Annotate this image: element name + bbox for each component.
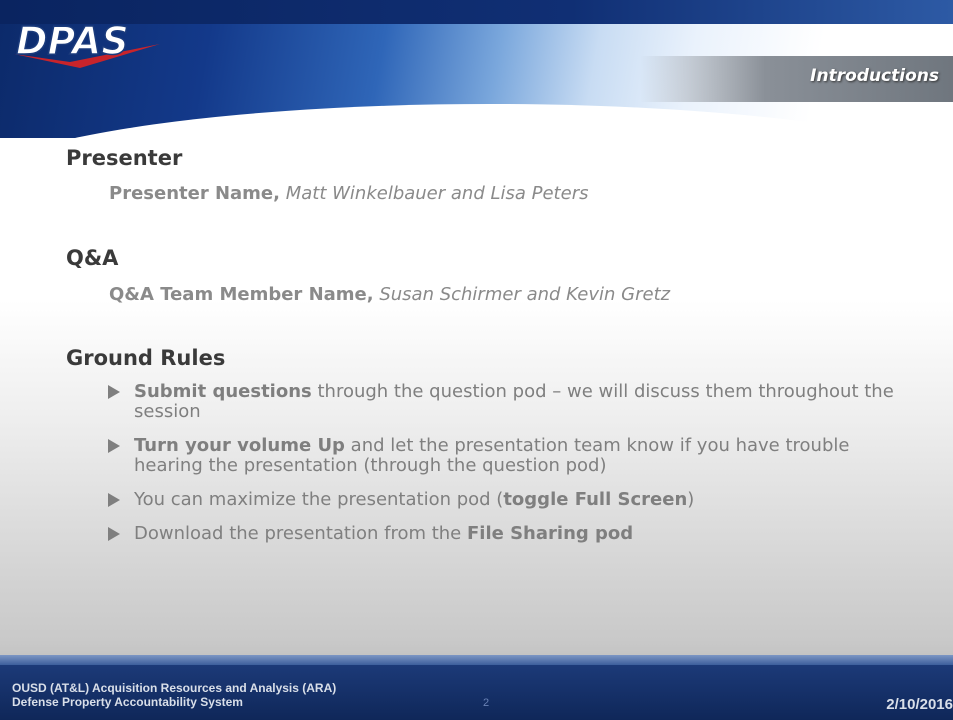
rule-bold: Submit questions (134, 381, 312, 402)
presenter-label: Presenter Name, (109, 183, 280, 204)
footer-divider (0, 655, 953, 665)
arrow-bullet-icon (108, 439, 120, 453)
list-item: You can maximize the presentation pod (t… (108, 490, 918, 510)
list-item: Turn your volume Up and let the presenta… (108, 436, 918, 476)
rule-text: Download the presentation from the (134, 523, 467, 544)
rule-bold: toggle Full Screen (503, 489, 688, 510)
list-item: Download the presentation from the File … (108, 524, 918, 544)
presenter-heading: Presenter (66, 146, 183, 170)
presenter-names: Matt Winkelbauer and Lisa Peters (285, 183, 589, 204)
header-banner: DPAS Introductions (0, 0, 953, 138)
footer: OUSD (AT&L) Acquisition Resources and An… (0, 665, 953, 720)
footer-organization: OUSD (AT&L) Acquisition Resources and An… (12, 681, 336, 709)
qa-line: Q&A Team Member Name, Susan Schirmer and… (109, 284, 670, 305)
dpas-logo: DPAS (14, 18, 160, 68)
arrow-bullet-icon (108, 493, 120, 507)
rule-text: You can maximize the presentation pod ( (134, 489, 504, 510)
rule-text: ) (687, 489, 695, 510)
qa-names: Susan Schirmer and Kevin Gretz (379, 284, 671, 305)
qa-heading: Q&A (66, 246, 119, 270)
footer-date: 2/10/2016 (886, 696, 953, 713)
ground-rules-heading: Ground Rules (66, 346, 226, 370)
page-number: 2 (483, 697, 490, 709)
rule-bold: Turn your volume Up (134, 435, 345, 456)
slide: DPAS Introductions Presenter Presenter N… (0, 0, 953, 720)
logo-text: DPAS (16, 19, 129, 63)
section-title: Introductions (810, 66, 939, 86)
list-item: Submit questions through the question po… (108, 382, 918, 422)
presenter-line: Presenter Name, Matt Winkelbauer and Lis… (109, 183, 588, 204)
ground-rules-list: Submit questions through the question po… (108, 382, 918, 558)
footer-org-line: OUSD (AT&L) Acquisition Resources and An… (12, 681, 337, 695)
arrow-bullet-icon (108, 385, 120, 399)
qa-label: Q&A Team Member Name, (109, 284, 374, 305)
footer-org-line: Defense Property Accountability System (12, 695, 243, 709)
rule-bold: File Sharing pod (466, 523, 634, 544)
arrow-bullet-icon (108, 527, 120, 541)
